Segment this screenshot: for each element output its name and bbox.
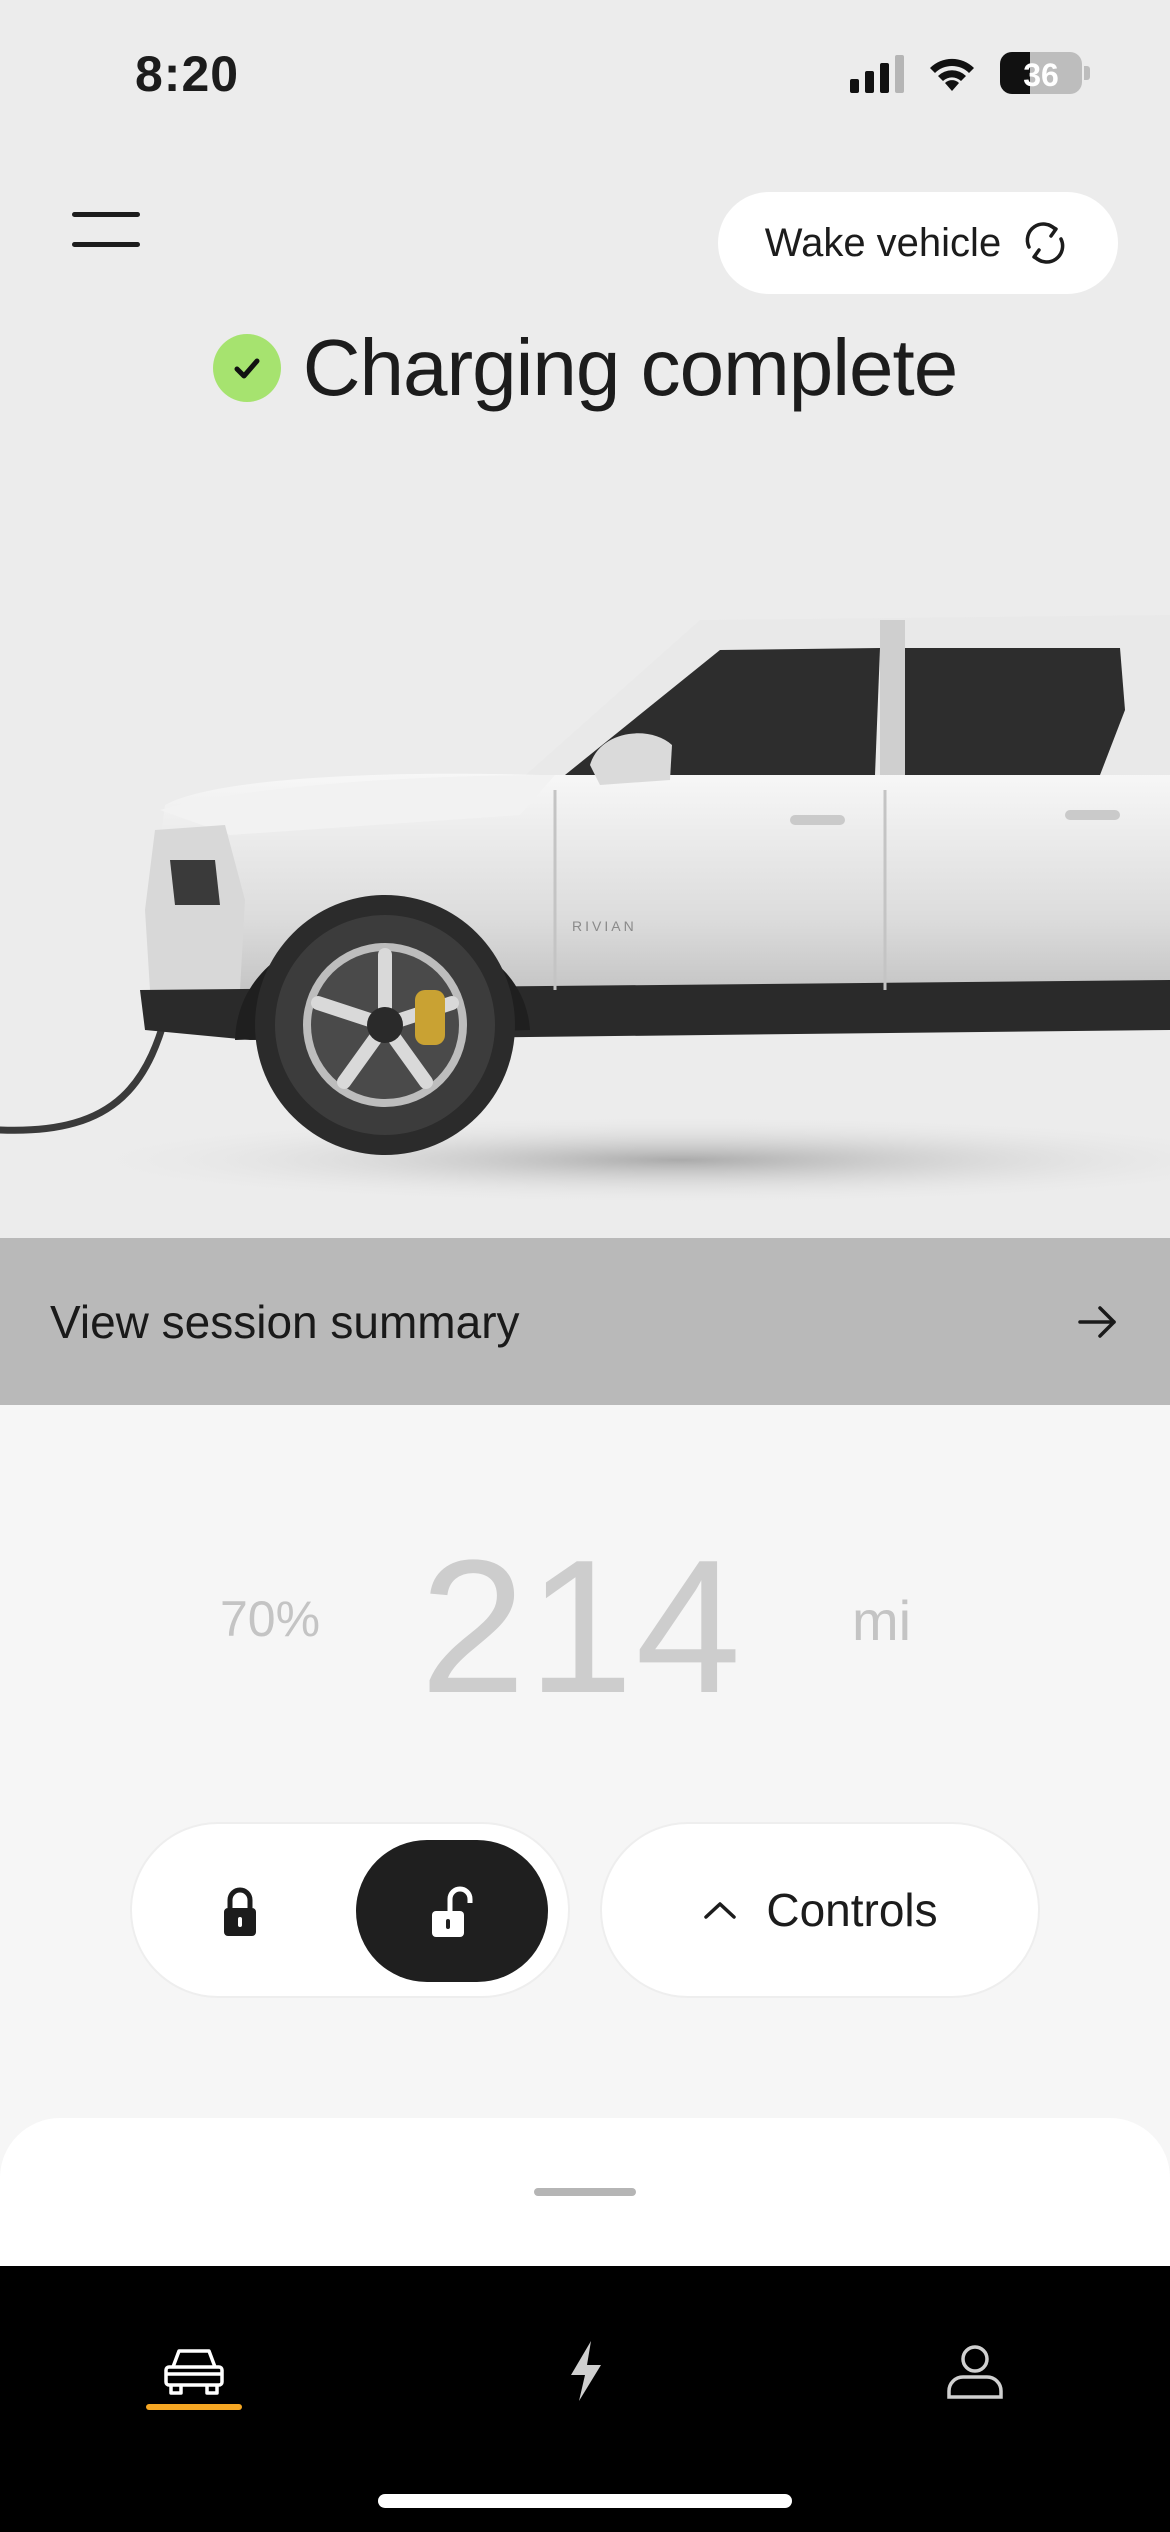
lock-button[interactable] xyxy=(200,1872,280,1952)
controls-button[interactable]: Controls xyxy=(600,1822,1040,1998)
chevron-up-icon xyxy=(704,1902,737,1919)
sheet-drag-handle[interactable] xyxy=(534,2188,636,2196)
charging-bolt-icon xyxy=(571,2341,601,2401)
unlock-button[interactable] xyxy=(356,1840,548,1982)
status-bar: 8:20 36 xyxy=(0,0,1170,150)
tab-charging[interactable] xyxy=(525,2316,645,2426)
check-circle-icon xyxy=(212,334,281,402)
view-session-summary-button[interactable]: View session summary xyxy=(0,1238,1170,1405)
wake-vehicle-label: Wake vehicle xyxy=(764,220,1002,265)
tab-bar xyxy=(0,2266,1170,2532)
vehicle-badge: RIVIAN xyxy=(572,918,637,934)
vehicle-icon xyxy=(164,2349,224,2395)
hamburger-menu-icon[interactable] xyxy=(72,212,142,252)
range-unit: mi xyxy=(852,1589,912,1652)
refresh-icon xyxy=(1025,222,1065,264)
controls-label: Controls xyxy=(766,1884,938,1936)
vehicle-image xyxy=(0,615,1170,1205)
cellular-signal-icon xyxy=(850,53,904,93)
lock-open-icon xyxy=(432,1886,473,1937)
status-icons: 36 xyxy=(850,52,1090,94)
battery-icon: 36 xyxy=(1000,52,1082,94)
tab-profile[interactable] xyxy=(915,2316,1035,2426)
lock-toggle xyxy=(130,1822,570,1998)
charge-status-text: Charging complete xyxy=(302,323,958,412)
session-summary-label: View session summary xyxy=(50,1295,520,1348)
battery-level: 36 xyxy=(1023,57,1059,93)
active-tab-indicator xyxy=(146,2404,242,2410)
battery-nub xyxy=(1084,66,1090,80)
battery-percent: 70% xyxy=(220,1591,321,1647)
wifi-icon xyxy=(930,58,974,91)
lock-closed-icon xyxy=(224,1887,256,1936)
charge-status: Charging complete xyxy=(0,322,1170,414)
wake-vehicle-button[interactable]: Wake vehicle xyxy=(718,192,1118,294)
bottom-sheet xyxy=(0,2118,1170,2278)
home-indicator xyxy=(378,2494,792,2508)
profile-icon xyxy=(947,2345,1003,2399)
range-value: 214 xyxy=(420,1521,744,1733)
arrow-right-icon xyxy=(1078,1305,1116,1338)
status-time: 8:20 xyxy=(135,46,240,102)
